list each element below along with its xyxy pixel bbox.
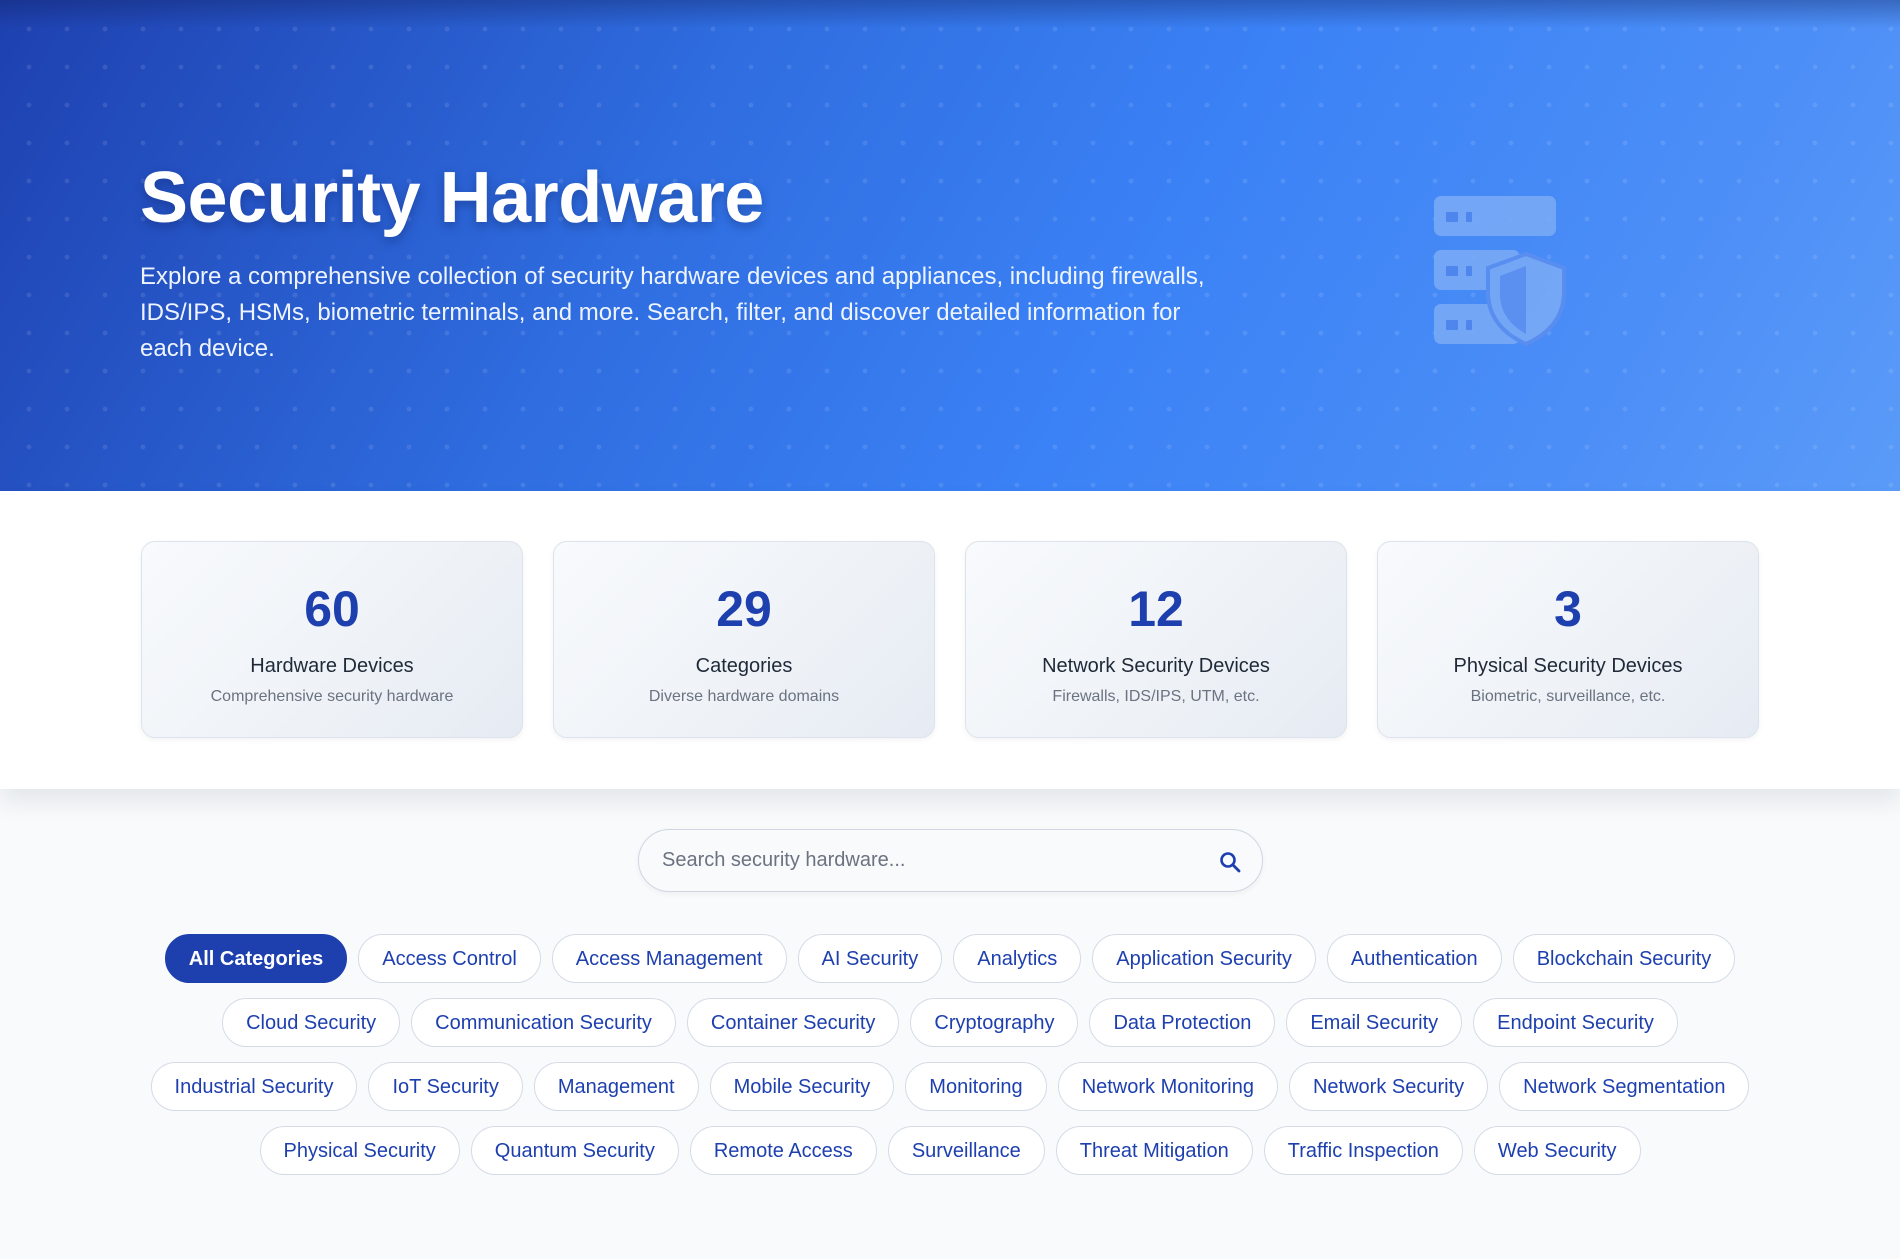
- category-chip-ai-security[interactable]: AI Security: [797, 934, 943, 983]
- category-chip-industrial-security[interactable]: Industrial Security: [150, 1062, 358, 1111]
- stat-subtitle: Biometric, surveillance, etc.: [1470, 688, 1666, 705]
- server-shield-icon: [1434, 196, 1566, 346]
- hero-content: Security Hardware Explore a comprehensiv…: [140, 155, 1220, 367]
- category-chip-network-segmentation[interactable]: Network Segmentation: [1499, 1062, 1750, 1111]
- category-chip-endpoint-security[interactable]: Endpoint Security: [1473, 998, 1678, 1047]
- category-chip-network-monitoring[interactable]: Network Monitoring: [1057, 1062, 1278, 1111]
- search-bar: [638, 829, 1263, 892]
- stat-label: Physical Security Devices: [1453, 655, 1683, 677]
- category-chip-access-management[interactable]: Access Management: [551, 934, 787, 983]
- page-title: Security Hardware: [140, 158, 764, 238]
- stat-label: Categories: [695, 655, 793, 677]
- category-chip-threat-mitigation[interactable]: Threat Mitigation: [1055, 1126, 1253, 1175]
- search-icon[interactable]: [1218, 850, 1242, 874]
- category-chip-mobile-security[interactable]: Mobile Security: [709, 1062, 895, 1111]
- stats-grid: 60 Hardware Devices Comprehensive securi…: [141, 541, 1759, 738]
- category-chip-authentication[interactable]: Authentication: [1326, 934, 1502, 983]
- category-chip-network-security[interactable]: Network Security: [1288, 1062, 1489, 1111]
- stat-card-physical-security: 3 Physical Security Devices Biometric, s…: [1377, 541, 1759, 738]
- stat-card-categories: 29 Categories Diverse hardware domains: [553, 541, 935, 738]
- stat-number: 29: [716, 581, 772, 637]
- stat-card-hardware-devices: 60 Hardware Devices Comprehensive securi…: [141, 541, 523, 738]
- category-chip-cryptography[interactable]: Cryptography: [910, 998, 1079, 1047]
- stat-number: 3: [1554, 581, 1582, 637]
- category-chip-management[interactable]: Management: [533, 1062, 699, 1111]
- category-chip-monitoring[interactable]: Monitoring: [905, 1062, 1047, 1111]
- stat-subtitle: Firewalls, IDS/IPS, UTM, etc.: [1052, 688, 1260, 705]
- category-chip-email-security[interactable]: Email Security: [1286, 998, 1463, 1047]
- category-chip-quantum-security[interactable]: Quantum Security: [470, 1126, 679, 1175]
- stats-section: 60 Hardware Devices Comprehensive securi…: [0, 491, 1900, 789]
- category-chip-blockchain-security[interactable]: Blockchain Security: [1512, 934, 1736, 983]
- category-chip-access-control[interactable]: Access Control: [358, 934, 541, 983]
- stat-label: Hardware Devices: [250, 655, 414, 677]
- category-chip-iot-security[interactable]: IoT Security: [368, 1062, 523, 1111]
- category-chip-analytics[interactable]: Analytics: [953, 934, 1082, 983]
- category-chip-communication-security[interactable]: Communication Security: [411, 998, 676, 1047]
- search-input[interactable]: [639, 830, 1262, 891]
- hero-description: Explore a comprehensive collection of se…: [140, 263, 1205, 362]
- hero-banner: Security Hardware Explore a comprehensiv…: [0, 0, 1900, 491]
- stat-subtitle: Diverse hardware domains: [648, 688, 840, 705]
- category-chip-remote-access[interactable]: Remote Access: [689, 1126, 877, 1175]
- category-chip-cloud-security[interactable]: Cloud Security: [222, 998, 401, 1047]
- category-chip-web-security[interactable]: Web Security: [1473, 1126, 1641, 1175]
- stat-subtitle: Comprehensive security hardware: [210, 688, 454, 705]
- category-chip-all-categories[interactable]: All Categories: [164, 934, 348, 983]
- stat-number: 60: [304, 581, 360, 637]
- category-filter: All Categories Access Control Access Man…: [150, 934, 1750, 1175]
- category-chip-surveillance[interactable]: Surveillance: [887, 1126, 1045, 1175]
- category-chip-data-protection[interactable]: Data Protection: [1089, 998, 1276, 1047]
- category-chip-container-security[interactable]: Container Security: [686, 998, 900, 1047]
- category-chip-physical-security[interactable]: Physical Security: [259, 1126, 460, 1175]
- category-chip-traffic-inspection[interactable]: Traffic Inspection: [1263, 1126, 1463, 1175]
- stat-card-network-security: 12 Network Security Devices Firewalls, I…: [965, 541, 1347, 738]
- stat-number: 12: [1128, 581, 1184, 637]
- category-chip-application-security[interactable]: Application Security: [1092, 934, 1316, 983]
- stat-label: Network Security Devices: [1042, 655, 1270, 677]
